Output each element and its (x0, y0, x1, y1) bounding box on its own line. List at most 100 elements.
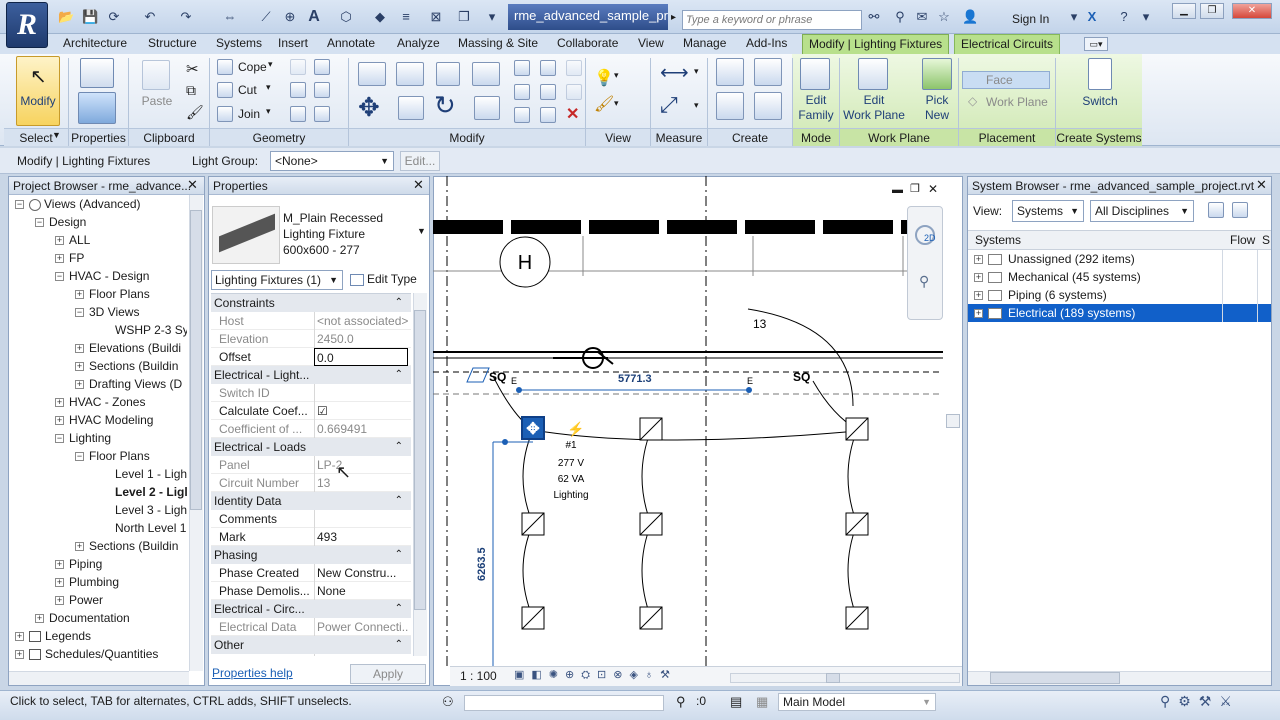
undo-icon[interactable]: ↶ (142, 9, 158, 25)
pick-new-icon[interactable] (922, 58, 952, 90)
tree-node-level-1-lighting[interactable]: Level 1 - Ligh (115, 465, 187, 483)
s-column-header[interactable]: S (1262, 233, 1270, 247)
match-type-icon[interactable]: 🖌 (186, 104, 204, 121)
edit-family-label-2[interactable]: Family (796, 108, 836, 122)
help-dropdown-icon[interactable]: ▾ (1138, 9, 1154, 25)
trim-extend-icon[interactable] (474, 96, 500, 120)
cut-geometry-button[interactable]: Cut (238, 82, 257, 98)
fixture-circuit-icon[interactable]: ⚡ (567, 421, 584, 438)
move-icon[interactable]: ✥ (358, 92, 380, 123)
expand-icon[interactable]: + (55, 398, 64, 408)
switch-icon[interactable] (1088, 58, 1112, 90)
project-browser-scroll-thumb[interactable] (190, 210, 202, 510)
tab-structure[interactable]: Structure (142, 34, 203, 54)
trim-single-icon[interactable] (540, 107, 556, 123)
property-value[interactable]: New Constru... (314, 564, 408, 582)
split-face-icon[interactable] (314, 59, 330, 75)
sign-in-button[interactable]: Sign In (1012, 12, 1049, 26)
select-dropdown-icon[interactable]: ▼ (52, 130, 61, 140)
instance-filter-select[interactable]: Lighting Fixtures (1) ▼ (211, 270, 343, 290)
trim-multiple-icon[interactable] (514, 107, 530, 123)
tab-insert[interactable]: Insert (272, 34, 314, 54)
selection-toggle-icons[interactable]: ⚲⚙⚒⚔ (1160, 693, 1240, 710)
expand-icon[interactable]: + (55, 254, 64, 264)
copy-element-icon[interactable] (398, 96, 424, 120)
property-row[interactable]: Circuit Number 13 (211, 474, 411, 492)
text-qat-icon[interactable]: A (306, 9, 322, 25)
discipline-select[interactable]: All Disciplines ▼ (1090, 200, 1194, 222)
collapse-group-icon[interactable]: ⌃ (395, 600, 403, 618)
collapse-icon[interactable]: − (15, 200, 24, 210)
tree-node-3d-views[interactable]: −3D Views (75, 303, 139, 321)
expand-icon[interactable]: + (974, 273, 983, 283)
property-row[interactable]: Calculate Coef... ☑ (211, 402, 411, 420)
join-icon[interactable] (217, 106, 233, 122)
cope-icon[interactable] (217, 59, 233, 75)
property-row[interactable]: Panel LP-2 (211, 456, 411, 474)
editable-only-icon[interactable]: ▦ (756, 694, 768, 710)
property-row[interactable]: Electrical Data Power Connecti... (211, 618, 411, 636)
tab-collaborate[interactable]: Collaborate (551, 34, 624, 54)
collapse-group-icon[interactable]: ⌃ (395, 546, 403, 564)
collapse-icon[interactable]: − (55, 434, 64, 444)
system-browser-hscroll-thumb[interactable] (990, 672, 1120, 684)
tab-electrical-circuits[interactable]: Electrical Circuits (954, 34, 1061, 54)
canvas-hscrollbar[interactable] (730, 673, 960, 683)
property-row[interactable]: Coefficient of ... 0.669491 (211, 420, 411, 438)
3d-view-qat-icon[interactable]: ⬡ (338, 9, 354, 25)
flow-column-header[interactable]: Flow (1230, 233, 1255, 247)
tab-massing-site[interactable]: Massing & Site (452, 34, 544, 54)
pin-icon[interactable] (566, 60, 582, 76)
canvas-vscroll-thumb[interactable] (946, 414, 960, 428)
view-mode-select[interactable]: Systems ▼ (1012, 200, 1084, 222)
edit-family-label-1[interactable]: Edit (796, 93, 836, 107)
expand-icon[interactable]: + (35, 614, 44, 624)
collapse-group-icon[interactable]: ⌃ (395, 294, 403, 312)
expand-icon[interactable]: + (55, 236, 64, 246)
close-project-browser-icon[interactable]: ✕ (187, 177, 198, 193)
qat-dropdown-icon[interactable]: ▾ (484, 9, 500, 25)
rotate-icon[interactable]: ↻ (434, 90, 456, 121)
edit-light-group-button[interactable]: Edit... (400, 151, 440, 171)
collapse-group-icon[interactable]: ⌃ (395, 438, 403, 456)
canvas-restore-icon[interactable]: ❐ (910, 182, 920, 195)
close-system-browser-icon[interactable]: ✕ (1256, 177, 1267, 193)
tab-view[interactable]: View (632, 34, 670, 54)
tree-node-legends[interactable]: + Legends (15, 627, 91, 645)
close-hidden-qat-icon[interactable]: ⊠ (428, 9, 444, 25)
redo-icon[interactable]: ↷ (178, 9, 194, 25)
tree-node-fp[interactable]: + FP (55, 249, 84, 267)
collapse-group-icon[interactable]: ⌃ (395, 492, 403, 510)
measure-distance-icon[interactable]: ⟷ (660, 60, 689, 85)
paint-icon[interactable] (290, 82, 306, 98)
property-group-header[interactable]: Other ⌃ (211, 636, 411, 654)
property-value[interactable]: 0.0 (314, 348, 408, 366)
cope-button[interactable]: Cope (238, 59, 267, 75)
properties-scroll-thumb[interactable] (414, 310, 426, 610)
apply-button[interactable]: Apply (350, 664, 426, 684)
expand-icon[interactable]: + (974, 255, 983, 265)
work-plane-placement-label[interactable]: Work Plane (986, 94, 1048, 110)
tab-annotate[interactable]: Annotate (321, 34, 381, 54)
tree-node-hvac-modeling[interactable]: + HVAC Modeling (55, 411, 153, 429)
selection-marker[interactable] (466, 367, 490, 383)
active-workset-select[interactable] (464, 695, 664, 711)
close-properties-icon[interactable]: ✕ (413, 177, 424, 193)
properties-help-link[interactable]: Properties help (212, 666, 293, 680)
dimension-endpoint[interactable] (516, 387, 522, 393)
create-group-icon[interactable] (716, 92, 744, 120)
property-row[interactable]: Schedule Level Level 2 (211, 654, 411, 656)
paste-icon[interactable] (142, 60, 170, 90)
favorites-star-icon[interactable]: ☆ (936, 9, 952, 25)
align-icon[interactable] (358, 62, 386, 86)
override-graphics-icon[interactable]: 💡 (594, 68, 614, 88)
delete-icon[interactable]: ✕ (566, 104, 579, 124)
binoculars-icon[interactable]: ⚯ (866, 9, 882, 25)
view-control-icons[interactable]: ▣◧✺⊕⛭⊡⊗◈♁⚒ (514, 668, 677, 682)
create-parts-icon[interactable] (754, 58, 782, 86)
property-group-header[interactable]: Identity Data ⌃ (211, 492, 411, 510)
split-gap-icon[interactable] (540, 60, 556, 76)
tree-node-views[interactable]: − Views (Advanced) (15, 195, 141, 213)
tab-architecture[interactable]: Architecture (57, 34, 133, 54)
expand-icon[interactable]: + (55, 416, 64, 426)
